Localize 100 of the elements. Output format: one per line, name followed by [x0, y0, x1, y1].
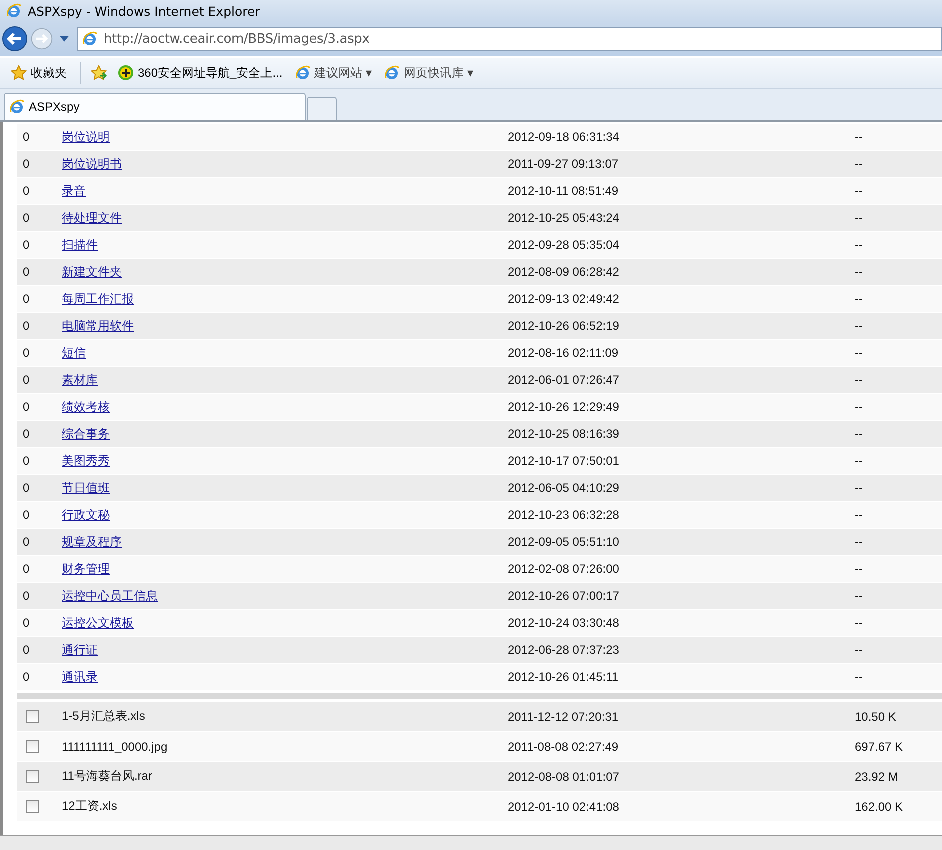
back-button[interactable]	[2, 26, 28, 52]
new-tab-button[interactable]	[307, 97, 337, 120]
table-cell-text: --	[855, 427, 864, 441]
table-cell-text: 0	[22, 346, 31, 360]
table-cell-text: 1-5月汇总表.xls	[62, 708, 146, 725]
table-cell-text: --	[855, 589, 864, 603]
table-cell-text: 2012-10-25 08:16:39	[508, 427, 620, 441]
folder-link[interactable]: 扫描件	[62, 236, 98, 254]
table-cell-text: --	[855, 238, 864, 252]
table-cell-text: 697.67 K	[855, 740, 904, 754]
table-cell-text: 2012-09-28 05:35:04	[508, 238, 620, 252]
folder-link[interactable]: 综合事务	[62, 426, 110, 442]
folder-link[interactable]: 岗位说明	[62, 128, 110, 146]
table-cell-text: 2011-08-08 02:27:49	[508, 740, 620, 754]
folder-link[interactable]: 节日值班	[62, 480, 110, 496]
table-cell-text: --	[855, 400, 864, 414]
table-cell-text: 0	[22, 373, 31, 387]
folder-link[interactable]: 行政文秘	[62, 506, 110, 524]
table-cell-text: --	[855, 157, 864, 171]
table-cell-text: 111111111_0000.jpg	[62, 740, 169, 754]
table-cell-text: 0	[22, 238, 31, 252]
folder-link[interactable]: 财务管理	[62, 560, 110, 578]
table-cell-text: 0	[22, 589, 31, 603]
table-cell-text: 2012-10-24 03:30:48	[508, 616, 620, 630]
folder-link[interactable]: 电脑常用软件	[62, 318, 134, 334]
table-cell-text: 0	[22, 535, 31, 549]
table-cell-text: 2011-12-12 07:20:31	[508, 710, 620, 724]
table-cell-text: 2012-10-26 07:00:17	[508, 589, 620, 603]
favorites-link[interactable]: 网页快讯库 ▾	[381, 62, 476, 84]
table-cell-text: --	[855, 481, 864, 495]
table-cell-text: 2012-08-16 02:11:09	[508, 346, 620, 360]
folder-link[interactable]: 通行证	[62, 642, 98, 658]
table-cell-text: --	[855, 508, 864, 522]
table-cell-text: 2012-09-13 02:49:42	[508, 292, 620, 306]
table-cell-text: --	[855, 346, 864, 360]
favorites-button[interactable]: 收藏夹	[8, 62, 70, 84]
table-cell-text: --	[855, 535, 864, 549]
add-favorite-icon[interactable]	[91, 65, 107, 81]
folder-link[interactable]: 绩效考核	[62, 398, 110, 416]
table-cell-text: 2012-06-05 04:10:29	[508, 481, 620, 495]
browser-logo-icon	[9, 99, 25, 115]
table-cell-text: 2012-10-26 12:29:49	[508, 400, 620, 414]
table-cell-text: 0	[22, 265, 31, 279]
table-cell-text: 2011-09-27 09:13:07	[508, 157, 620, 171]
table-cell-text: 2012-08-09 06:28:42	[508, 265, 620, 279]
table-cell-text: 2012-06-28 07:37:23	[508, 643, 620, 657]
window-title: ASPXspy - Windows Internet Explorer	[28, 4, 260, 18]
table-cell-text: 0	[22, 454, 31, 468]
folder-link[interactable]: 岗位说明书	[62, 156, 122, 172]
browser-logo-icon	[6, 3, 22, 19]
folder-link[interactable]: 通讯录	[62, 668, 98, 686]
folder-link[interactable]: 运控中心员工信息	[62, 588, 158, 604]
folder-link[interactable]: 美图秀秀	[62, 452, 110, 470]
plus-icon	[118, 65, 134, 81]
folder-link[interactable]: 录音	[62, 182, 86, 200]
table-cell-text: --	[855, 130, 864, 144]
folder-link[interactable]: 新建文件夹	[62, 264, 122, 280]
checkbox[interactable]	[26, 800, 39, 813]
table-cell-text: 0	[22, 508, 31, 522]
table-cell-text: 2012-10-25 05:43:24	[508, 211, 620, 225]
browser-logo-icon	[294, 65, 311, 81]
folder-link[interactable]: 素材库	[62, 372, 98, 388]
table-cell-text: 0	[22, 643, 31, 657]
browser-logo-icon	[384, 65, 400, 81]
folder-link[interactable]: 运控公文模板	[62, 614, 134, 632]
dropdown-icon[interactable]	[60, 36, 69, 42]
table-cell-text: 2012-10-17 07:50:01	[508, 454, 620, 468]
browser-tab[interactable]: ASPXspy	[4, 93, 306, 120]
table-cell-text: --	[855, 643, 864, 657]
table-cell-text: 23.92 M	[855, 770, 900, 784]
table-cell-text: --	[855, 616, 864, 630]
address-field[interactable]: http://aoctw.ceair.com/BBS/images/3.aspx	[77, 27, 942, 51]
checkbox[interactable]	[26, 740, 39, 753]
table-cell-text: 0	[22, 481, 31, 495]
table-cell-text: 2012-10-26 01:45:11	[508, 670, 620, 684]
browser-logo-icon	[82, 31, 98, 47]
table-cell-text: --	[855, 454, 864, 468]
favorites-link[interactable]: 360安全网址导航_安全上...	[115, 62, 286, 84]
table-cell-text: 2012-10-23 06:32:28	[508, 508, 620, 522]
checkbox[interactable]	[26, 710, 39, 723]
folder-link[interactable]: 待处理文件	[62, 210, 122, 226]
folder-link[interactable]: 规章及程序	[62, 534, 122, 550]
table-cell-text: --	[855, 211, 864, 225]
table-cell-text: 0	[22, 616, 31, 630]
table-cell-text: --	[855, 373, 864, 387]
table-cell-text: 12工资.xls	[62, 798, 118, 815]
table-cell-text: --	[855, 265, 864, 279]
table-cell-text: --	[855, 184, 864, 198]
favorites-link[interactable]: 建议网站 ▾	[292, 62, 376, 84]
table-cell-text: 0	[22, 157, 31, 171]
table-cell-text: 0	[22, 292, 31, 306]
table-cell-text: 11号海葵台风.rar	[62, 768, 154, 785]
folder-link[interactable]: 短信	[62, 344, 86, 362]
table-cell-text: 0	[22, 562, 31, 576]
table-cell-text: 2012-10-26 06:52:19	[508, 319, 620, 333]
folder-link[interactable]: 每周工作汇报	[62, 290, 134, 308]
checkbox[interactable]	[26, 770, 39, 783]
table-cell-text: 10.50 K	[855, 710, 898, 724]
star-icon	[11, 65, 27, 81]
table-cell-text: 0	[22, 130, 31, 144]
